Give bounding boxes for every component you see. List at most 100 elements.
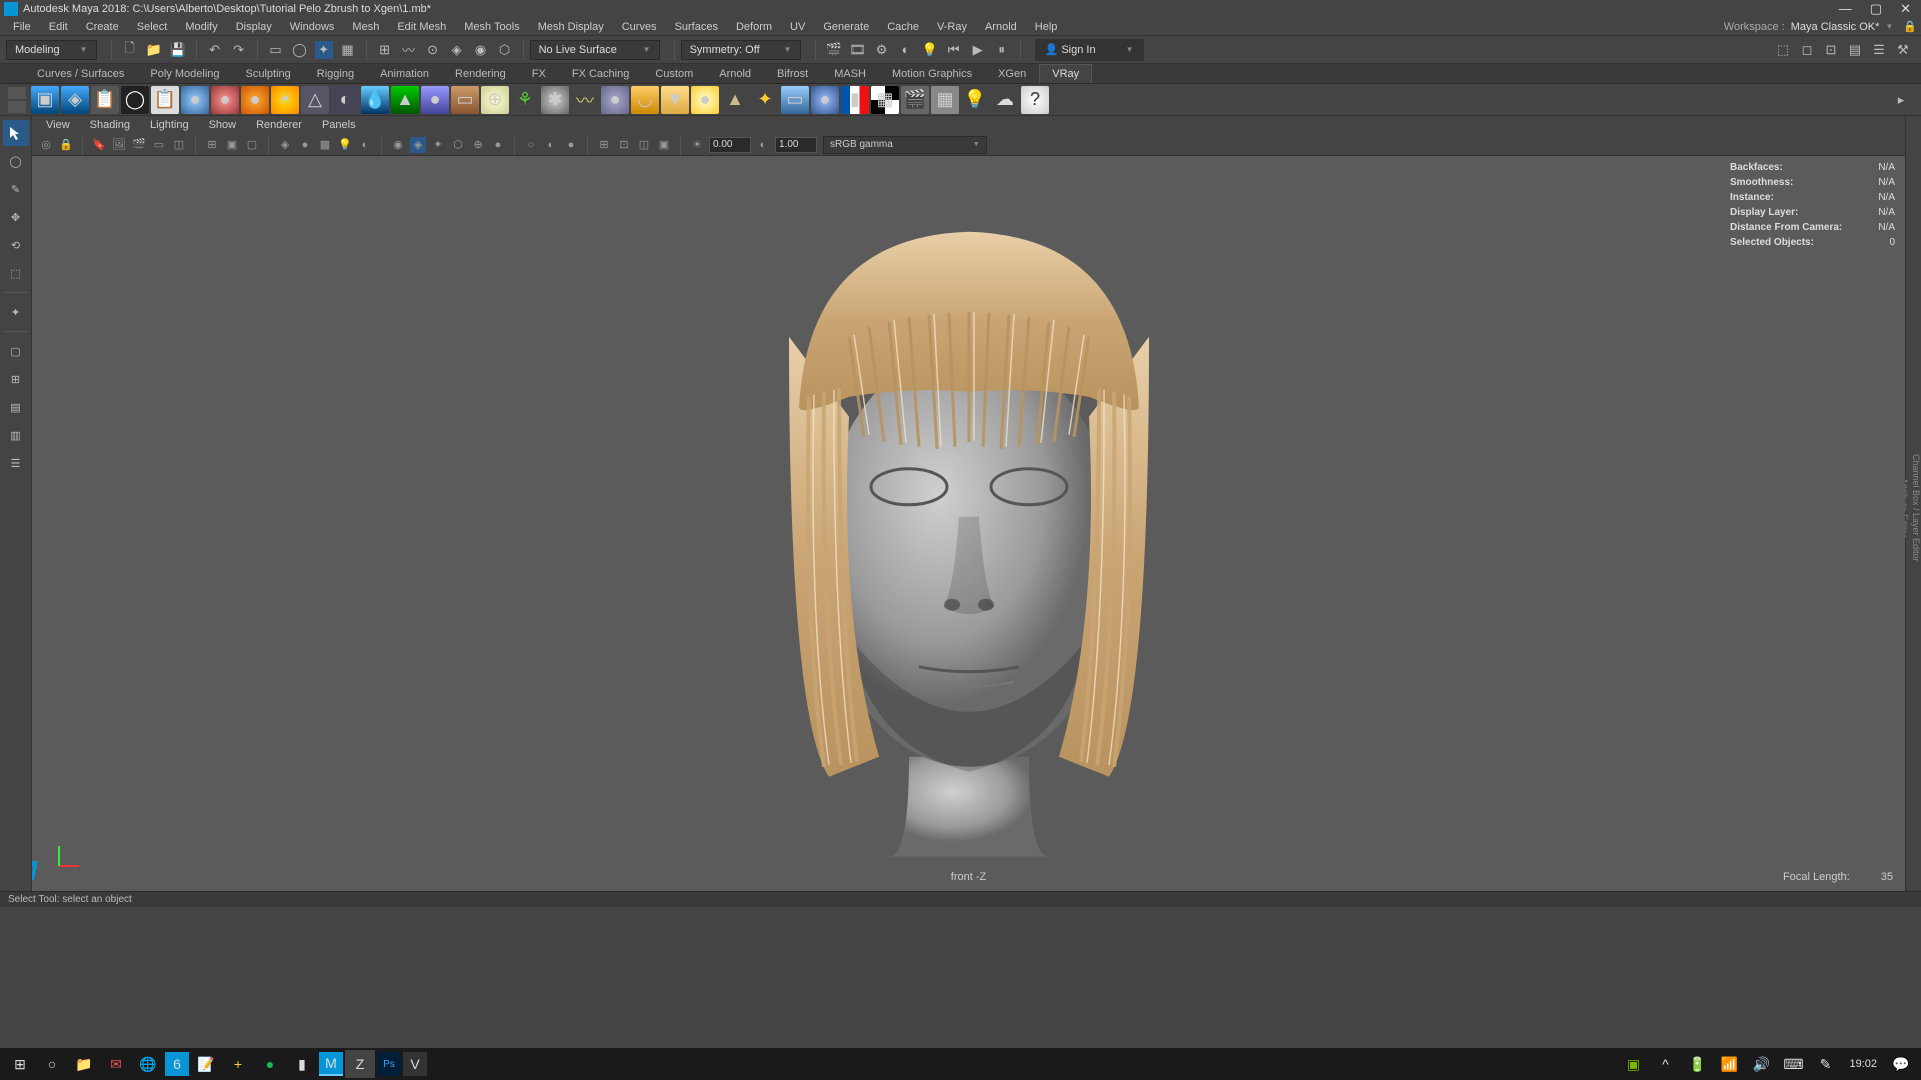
new-scene-icon[interactable]: 🗋 xyxy=(121,41,139,59)
workspace-dropdown-icon[interactable]: ▼ xyxy=(1885,22,1893,31)
tray-expand-icon[interactable]: ^ xyxy=(1650,1050,1680,1078)
menu-deform[interactable]: Deform xyxy=(727,21,781,33)
shelf-vray-star-icon[interactable]: ✦ xyxy=(751,86,779,114)
toggle-toolset-icon[interactable]: ⚒ xyxy=(1894,41,1912,59)
minimize-icon[interactable]: — xyxy=(1839,1,1852,17)
select-tool[interactable] xyxy=(3,120,29,146)
shelf-vray-metaball-icon[interactable]: ● xyxy=(601,86,629,114)
layout-four-icon[interactable]: ⊞ xyxy=(3,366,29,392)
textured-icon[interactable]: ▩ xyxy=(317,137,333,153)
tray-notifications-icon[interactable]: 💬 xyxy=(1886,1050,1916,1078)
tab-motion-graphics[interactable]: Motion Graphics xyxy=(879,64,985,83)
viewport[interactable]: Backfaces:N/A Smoothness:N/A Instance:N/… xyxy=(32,156,1905,891)
select-hierarchy-icon[interactable]: ⬚ xyxy=(1774,41,1792,59)
menu-help[interactable]: Help xyxy=(1026,21,1067,33)
tab-arnold[interactable]: Arnold xyxy=(706,64,764,83)
select-object-icon[interactable]: ◻ xyxy=(1798,41,1816,59)
smooth-shade-icon[interactable]: ● xyxy=(297,137,313,153)
shelf-vray-grass-icon[interactable]: ⚘ xyxy=(511,86,539,114)
shelf-vray-mesh-light-icon[interactable]: △ xyxy=(301,86,329,114)
tab-bifrost[interactable]: Bifrost xyxy=(764,64,821,83)
rotate-tool[interactable]: ⟲ xyxy=(3,232,29,258)
tray-input-icon[interactable]: ✎ xyxy=(1810,1050,1840,1078)
default-material-icon[interactable]: ● xyxy=(490,137,506,153)
shelf-vray-help-icon[interactable]: ? xyxy=(1021,86,1049,114)
playback-pause-icon[interactable]: ⏸ xyxy=(993,41,1011,59)
chrome-icon[interactable]: 🌐 xyxy=(133,1050,163,1078)
select-mode-icon[interactable]: ▭ xyxy=(267,41,285,59)
lasso-select-icon[interactable]: ◯ xyxy=(291,41,309,59)
tray-battery-icon[interactable]: 🔋 xyxy=(1682,1050,1712,1078)
menu-edit-mesh[interactable]: Edit Mesh xyxy=(388,21,455,33)
right-tab-channel-box[interactable]: Channel Box / Layer Editor xyxy=(1911,448,1921,568)
undo-icon[interactable]: ↶ xyxy=(206,41,224,59)
panel-menu-shading[interactable]: Shading xyxy=(80,119,140,131)
shelf-vray-cloud-icon[interactable]: ☁ xyxy=(991,86,1019,114)
close-icon[interactable]: ✕ xyxy=(1900,1,1911,17)
tray-wifi-icon[interactable]: 📶 xyxy=(1714,1050,1744,1078)
signin-button[interactable]: 👤 Sign In ▼ xyxy=(1035,39,1144,61)
select-by-name-icon[interactable]: ▦ xyxy=(339,41,357,59)
shelf-vray-material-icon[interactable]: ● xyxy=(811,86,839,114)
shelf-vray-env-icon[interactable]: ◡ xyxy=(631,86,659,114)
shelf-vray-displacement-icon[interactable]: ● xyxy=(421,86,449,114)
tab-rendering[interactable]: Rendering xyxy=(442,64,519,83)
menu-generate[interactable]: Generate xyxy=(814,21,878,33)
shelf-vray-vfb-icon[interactable]: ◯ xyxy=(121,86,149,114)
snap-view-icon[interactable]: ◉ xyxy=(472,41,490,59)
select-component-icon[interactable]: ⊡ xyxy=(1822,41,1840,59)
light-editor-icon[interactable]: 💡 xyxy=(921,41,939,59)
tab-vray[interactable]: VRay xyxy=(1039,64,1092,83)
open-scene-icon[interactable]: 📁 xyxy=(145,41,163,59)
shelf-vray-dome-light-icon[interactable]: ● xyxy=(241,86,269,114)
film-origin-icon[interactable]: ⊡ xyxy=(616,137,632,153)
shelf-vray-physical-sun-icon[interactable]: ● xyxy=(691,86,719,114)
toggle-panel-icon[interactable]: ▤ xyxy=(1846,41,1864,59)
shadows-icon[interactable]: ◐ xyxy=(357,137,373,153)
menu-uv[interactable]: UV xyxy=(781,21,814,33)
safe-action-icon[interactable]: ▣ xyxy=(224,137,240,153)
photoshop-task-icon[interactable]: Ps xyxy=(377,1052,401,1076)
app-6-icon[interactable]: 6 xyxy=(165,1052,189,1076)
exposure-input[interactable] xyxy=(709,137,751,153)
use-lights-icon[interactable]: 💡 xyxy=(337,137,353,153)
snap-curve-icon[interactable]: 〰 xyxy=(400,41,418,59)
tray-volume-icon[interactable]: 🔊 xyxy=(1746,1050,1776,1078)
tab-rigging[interactable]: Rigging xyxy=(304,64,367,83)
start-button[interactable]: ⊞ xyxy=(5,1050,35,1078)
maya-task-icon[interactable]: M xyxy=(319,1052,343,1076)
shelf-vray-sphere-icon[interactable]: ⊕ xyxy=(481,86,509,114)
isolate-select-icon[interactable]: ◉ xyxy=(390,137,406,153)
menu-mesh-display[interactable]: Mesh Display xyxy=(529,21,613,33)
panel-menu-renderer[interactable]: Renderer xyxy=(246,119,312,131)
shelf-vray-ies-icon[interactable]: ◐ xyxy=(331,86,359,114)
image-plane-icon[interactable]: 🖼 xyxy=(111,137,127,153)
hypershade-icon[interactable]: ◐ xyxy=(897,41,915,59)
shelf-vray-settings-icon[interactable]: 📋 xyxy=(91,86,119,114)
playback-rewind-icon[interactable]: ⏮ xyxy=(945,41,963,59)
tab-poly-modeling[interactable]: Poly Modeling xyxy=(137,64,232,83)
snap-live-icon[interactable]: ⬡ xyxy=(496,41,514,59)
lasso-tool[interactable]: ◯ xyxy=(3,148,29,174)
gamma-label-icon[interactable]: ◐ xyxy=(755,137,771,153)
render-frame-icon[interactable]: 🎬 xyxy=(825,41,843,59)
paint-select-icon[interactable]: ✦ xyxy=(315,41,333,59)
wireframe-shaded-icon[interactable]: ⊕ xyxy=(470,137,486,153)
shelf-vray-sun-icon[interactable]: ☀ xyxy=(271,86,299,114)
redo-icon[interactable]: ↷ xyxy=(230,41,248,59)
menu-display[interactable]: Display xyxy=(227,21,281,33)
last-tool[interactable]: ✦ xyxy=(3,299,29,325)
menu-windows[interactable]: Windows xyxy=(281,21,344,33)
menu-modify[interactable]: Modify xyxy=(176,21,226,33)
exposure-label-icon[interactable]: ☀ xyxy=(689,137,705,153)
app-v-icon[interactable]: V xyxy=(403,1052,427,1076)
select-camera-icon[interactable]: ◎ xyxy=(38,137,54,153)
gate-mask-icon[interactable]: ◫ xyxy=(171,137,187,153)
resolution-gate-icon[interactable]: ▭ xyxy=(151,137,167,153)
tab-animation[interactable]: Animation xyxy=(367,64,442,83)
shelf-vray-checker-icon[interactable]: ▦ xyxy=(871,86,899,114)
shelf-scroll-icon[interactable]: ▸ xyxy=(1892,91,1910,109)
film-pivot-icon[interactable]: ◫ xyxy=(636,137,652,153)
live-surface-dropdown[interactable]: No Live Surface▼ xyxy=(530,40,660,60)
shelf-vray-env2-icon[interactable]: ▼ xyxy=(661,86,689,114)
